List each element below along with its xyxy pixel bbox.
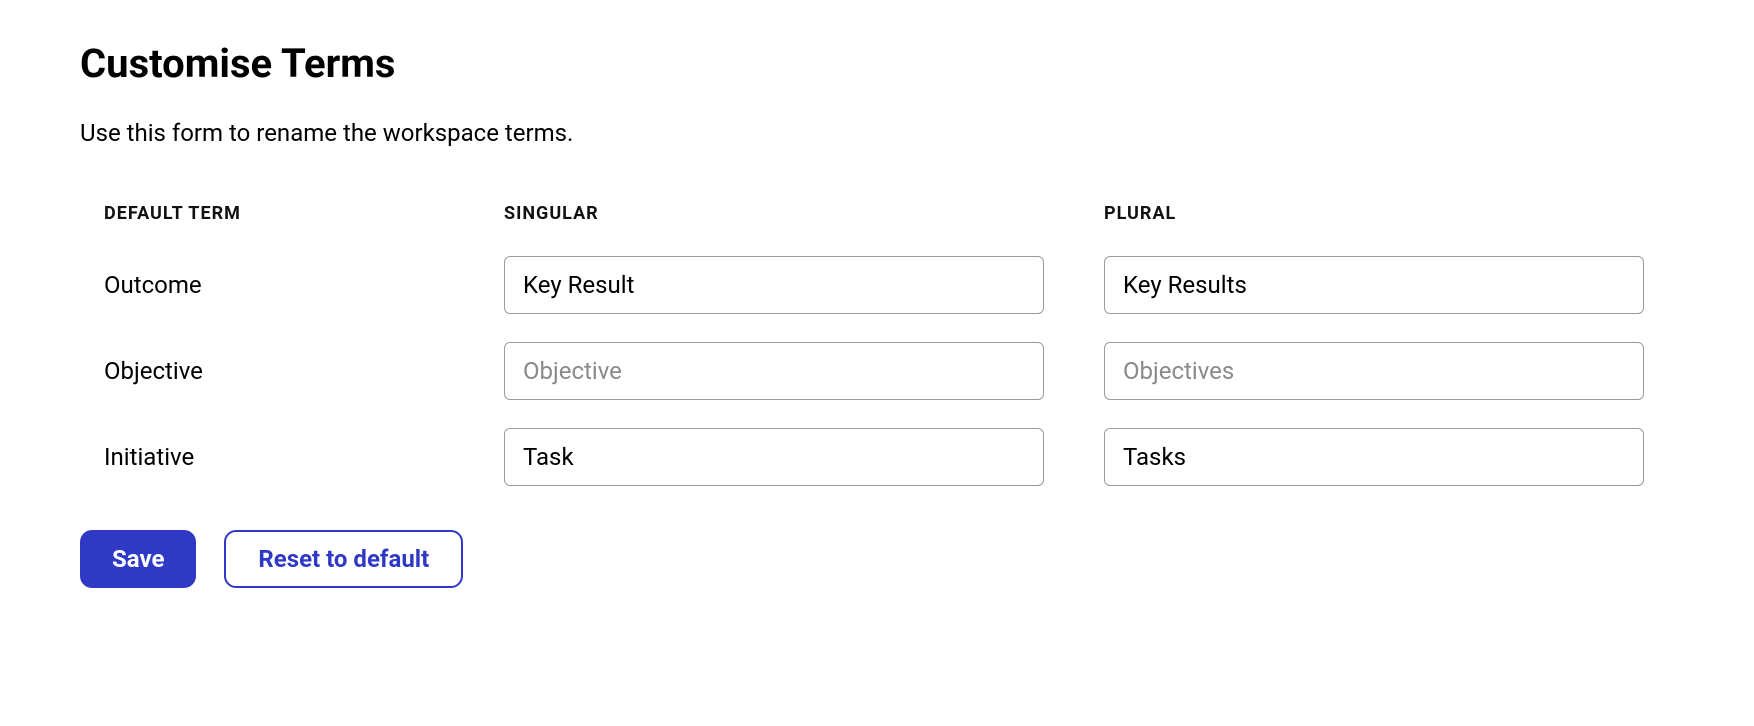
- header-plural: PLURAL: [1104, 203, 1644, 224]
- header-singular: SINGULAR: [504, 203, 1044, 224]
- terms-form-table: DEFAULT TERM SINGULAR PLURAL Outcome Obj…: [80, 203, 1674, 514]
- save-button[interactable]: Save: [80, 530, 196, 588]
- objective-singular-input[interactable]: [504, 342, 1044, 400]
- term-label-outcome: Outcome: [104, 256, 444, 314]
- page-description: Use this form to rename the workspace te…: [80, 119, 1674, 147]
- term-label-initiative: Initiative: [104, 428, 444, 486]
- form-actions: Save Reset to default: [80, 530, 1674, 588]
- objective-plural-input[interactable]: [1104, 342, 1644, 400]
- page-title: Customise Terms: [80, 40, 1674, 87]
- initiative-singular-input[interactable]: [504, 428, 1044, 486]
- reset-button[interactable]: Reset to default: [224, 530, 463, 588]
- initiative-plural-input[interactable]: [1104, 428, 1644, 486]
- term-label-objective: Objective: [104, 342, 444, 400]
- header-default-term: DEFAULT TERM: [104, 203, 444, 224]
- outcome-singular-input[interactable]: [504, 256, 1044, 314]
- outcome-plural-input[interactable]: [1104, 256, 1644, 314]
